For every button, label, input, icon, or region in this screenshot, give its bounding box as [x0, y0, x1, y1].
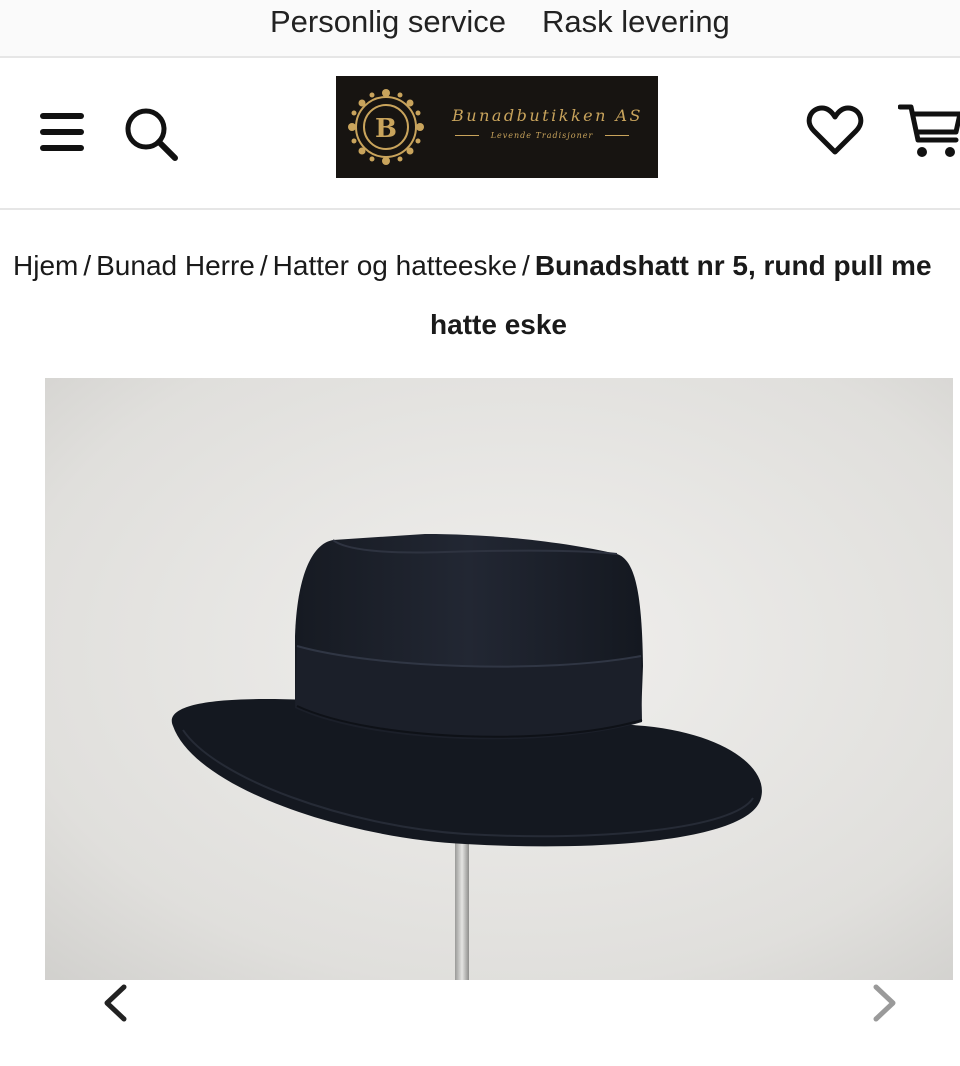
chevron-left-icon[interactable] [100, 984, 130, 1022]
store-logo[interactable]: B Bunadbutikken AS Levende Tradisjoner [336, 76, 658, 178]
hat-photo [45, 378, 953, 980]
hamburger-menu-icon[interactable] [38, 110, 86, 154]
tagline-rule-right [605, 135, 630, 136]
heart-icon[interactable] [806, 104, 864, 158]
breadcrumb-separator: / [522, 250, 530, 281]
product-image[interactable] [45, 378, 953, 980]
fast-delivery-text: Rask levering [542, 4, 730, 39]
search-icon[interactable] [122, 106, 180, 162]
personal-service-text: Personlig service [270, 4, 507, 39]
breadcrumb-current-continued: hatte eske [430, 309, 567, 340]
breadcrumb: Hjem / Bunad Herre / Hatter og hatteeske / Bun… [13, 246, 932, 286]
cart-icon[interactable] [898, 102, 960, 162]
logo-tagline-text: Levende Tradisjoner [490, 131, 594, 140]
logo-emblem-icon: B [348, 89, 424, 165]
breadcrumb-current-page: Bunadshatt nr 5, rund pull me [534, 250, 932, 281]
breadcrumb-home-link[interactable]: Hjem [13, 250, 78, 281]
tagline-rule-left [454, 135, 479, 136]
logo-brand-name: Bunadbutikken AS [452, 106, 644, 125]
breadcrumb-separator: / [83, 250, 92, 281]
breadcrumb-hatter-link[interactable]: Hatter og hatteeske [273, 250, 517, 281]
breadcrumb-bunad-herre-link[interactable]: Bunad Herre [96, 250, 255, 281]
chevron-right-icon[interactable] [870, 984, 900, 1022]
logo-monogram: B [375, 114, 397, 144]
breadcrumb-separator: / [259, 250, 268, 281]
logo-tagline: Levende Tradisjoner [444, 131, 640, 140]
announcement-bar: Personlig service Rask levering [0, 0, 960, 58]
